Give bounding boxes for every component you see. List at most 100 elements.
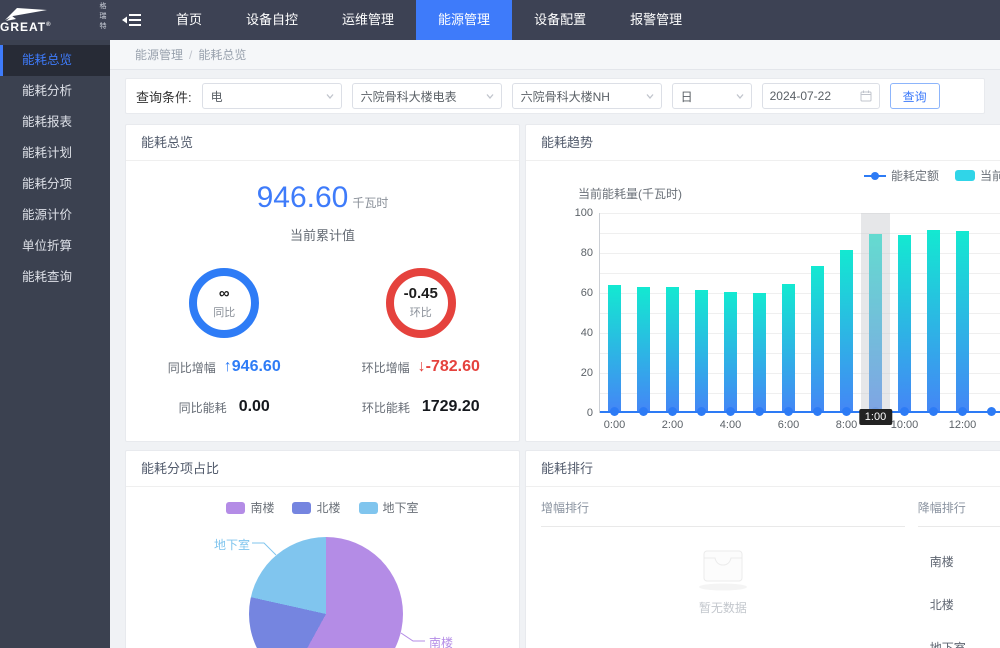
- trend-y-axis-label: 当前能耗量(千瓦时): [578, 185, 682, 202]
- sidebar-item-2[interactable]: 能耗报表: [0, 107, 110, 138]
- bar-12:00: [956, 231, 969, 412]
- sidebar-item-4[interactable]: 能耗分项: [0, 169, 110, 200]
- x-axis-tick: 2:00: [662, 419, 683, 431]
- pie-legend-0[interactable]: 南楼: [226, 499, 274, 516]
- nav-item-0[interactable]: 首页: [154, 0, 224, 40]
- main-area: 能源管理/能耗总览 查询条件: 电六院骨科大楼电表六院骨科大楼NH日 2024-…: [110, 40, 1000, 648]
- pie-circle: [249, 537, 403, 648]
- increase-ranking-panel: 增幅排行 暂无数据: [526, 487, 905, 648]
- sidebar-item-6[interactable]: 单位折算: [0, 231, 110, 262]
- decrease-ranking-label: 降幅排行: [918, 499, 1000, 516]
- bar-11:00: [927, 230, 940, 412]
- breadcrumb: 能源管理 / 能耗总览: [110, 40, 1000, 70]
- quota-point: [958, 407, 967, 416]
- quota-point: [784, 407, 793, 416]
- query-select-value-2: 六院骨科大楼NH: [521, 88, 610, 105]
- trend-legend: 能耗定额 当前能耗: [864, 167, 1000, 184]
- gridline: [600, 373, 1000, 374]
- y-axis-tick: 20: [555, 367, 593, 379]
- query-select-2[interactable]: 六院骨科大楼NH: [512, 83, 662, 109]
- y-axis-tick: 0: [555, 407, 593, 419]
- chevron-down-icon: [325, 91, 335, 101]
- legend-swatch: [292, 502, 311, 514]
- nav-item-1[interactable]: 设备自控: [224, 0, 320, 40]
- empty-state: 暂无数据: [541, 545, 905, 616]
- query-button[interactable]: 查询: [890, 83, 940, 109]
- pie-card-title: 能耗分项占比: [126, 451, 519, 487]
- gridline: [600, 313, 1000, 314]
- chevron-down-icon: [735, 91, 745, 101]
- axis-pointer-label: 1:00: [859, 409, 892, 425]
- gridline: [600, 213, 1000, 214]
- nav-item-4[interactable]: 设备配置: [512, 0, 608, 40]
- sidebar-item-7[interactable]: 能耗查询: [0, 262, 110, 293]
- legend-swatch: [359, 502, 378, 514]
- legend-swatch: [226, 502, 245, 514]
- gridline: [600, 333, 1000, 334]
- nav-item-5[interactable]: 报警管理: [608, 0, 704, 40]
- ranking-card-title: 能耗排行: [526, 451, 1000, 487]
- query-select-value-1: 六院骨科大楼电表: [361, 88, 457, 105]
- gridline: [600, 233, 1000, 234]
- sidebar-item-5[interactable]: 能源计价: [0, 200, 110, 231]
- sidebar-item-1[interactable]: 能耗分析: [0, 76, 110, 107]
- increase-ranking-label: 增幅排行: [541, 499, 905, 516]
- breadcrumb-section[interactable]: 能源管理: [135, 48, 183, 62]
- bar-5:00: [753, 293, 766, 412]
- logo-swoosh-icon: [4, 7, 48, 21]
- sidebar-item-3[interactable]: 能耗计划: [0, 138, 110, 169]
- brand-name: GREAT®: [0, 21, 52, 33]
- pie-legend-1[interactable]: 北楼: [292, 499, 340, 516]
- bar-marker: [955, 170, 975, 181]
- down-rank-item-2: 地下室: [918, 639, 1000, 648]
- quota-point: [842, 407, 851, 416]
- legend-current[interactable]: 当前能耗: [955, 167, 1000, 184]
- quota-point: [755, 407, 764, 416]
- legend-label: 南楼: [250, 499, 274, 516]
- sidebar-item-0[interactable]: 能耗总览: [0, 45, 110, 76]
- gridline: [600, 273, 1000, 274]
- query-select-0[interactable]: 电: [202, 83, 342, 109]
- pie-card: 能耗分项占比 南楼北楼地下室南楼北楼地下室: [125, 450, 520, 648]
- pie-legend-2[interactable]: 地下室: [359, 499, 419, 516]
- trend-card: 能耗趋势 能耗定额 当前能耗 当前能耗量(千瓦时) 0204060801000:…: [525, 124, 1000, 442]
- pie-label-0: 南楼: [429, 634, 453, 648]
- query-select-value-3: 日: [681, 88, 693, 105]
- query-select-1[interactable]: 六院骨科大楼电表: [352, 83, 502, 109]
- y-axis-tick: 40: [555, 327, 593, 339]
- chevron-down-icon: [485, 91, 495, 101]
- quota-point: [987, 407, 996, 416]
- bar-0:00: [608, 285, 621, 412]
- overview-card: 能耗总览 946.60 千瓦时 当前累计值 ∞ 同比 同比增幅 ↑946.60: [125, 124, 520, 442]
- current-total-value: 946.60 千瓦时: [126, 181, 519, 215]
- bar-6:00: [782, 284, 795, 412]
- bar-1:00: [637, 287, 650, 412]
- legend-label: 北楼: [316, 499, 340, 516]
- nav-item-2[interactable]: 运维管理: [320, 0, 416, 40]
- breadcrumb-page: 能耗总览: [198, 48, 246, 62]
- empty-text: 暂无数据: [699, 599, 747, 616]
- axis-pointer-band: [861, 213, 890, 412]
- collapse-menu-icon[interactable]: [110, 0, 154, 40]
- trend-card-title: 能耗趋势: [526, 125, 1000, 161]
- mom-ring: -0.45 环比: [386, 268, 456, 338]
- bar-8:00: [840, 250, 853, 412]
- overview-card-title: 能耗总览: [126, 125, 519, 161]
- date-picker[interactable]: 2024-07-22: [762, 83, 880, 109]
- mom-growth: 环比增幅 ↓-782.60: [362, 358, 480, 376]
- chevron-down-icon: [645, 91, 655, 101]
- nav-item-3[interactable]: 能源管理: [416, 0, 512, 40]
- x-axis-tick: 10:00: [891, 419, 919, 431]
- legend-quota[interactable]: 能耗定额: [864, 167, 939, 184]
- decrease-ranking-panel: 降幅排行 南楼北楼地下室: [905, 487, 1000, 648]
- yoy-growth-value: ↑946.60: [224, 358, 281, 376]
- calendar-icon: [860, 90, 872, 102]
- query-select-value-0: 电: [211, 88, 223, 105]
- y-axis-tick: 100: [555, 207, 593, 219]
- x-axis-tick: 12:00: [949, 419, 977, 431]
- breadcrumb-separator: /: [189, 48, 192, 62]
- quota-point: [900, 407, 909, 416]
- mom-growth-value: ↓-782.60: [418, 358, 480, 376]
- query-select-3[interactable]: 日: [672, 83, 752, 109]
- yoy-energy: 同比能耗 0.00: [179, 398, 270, 416]
